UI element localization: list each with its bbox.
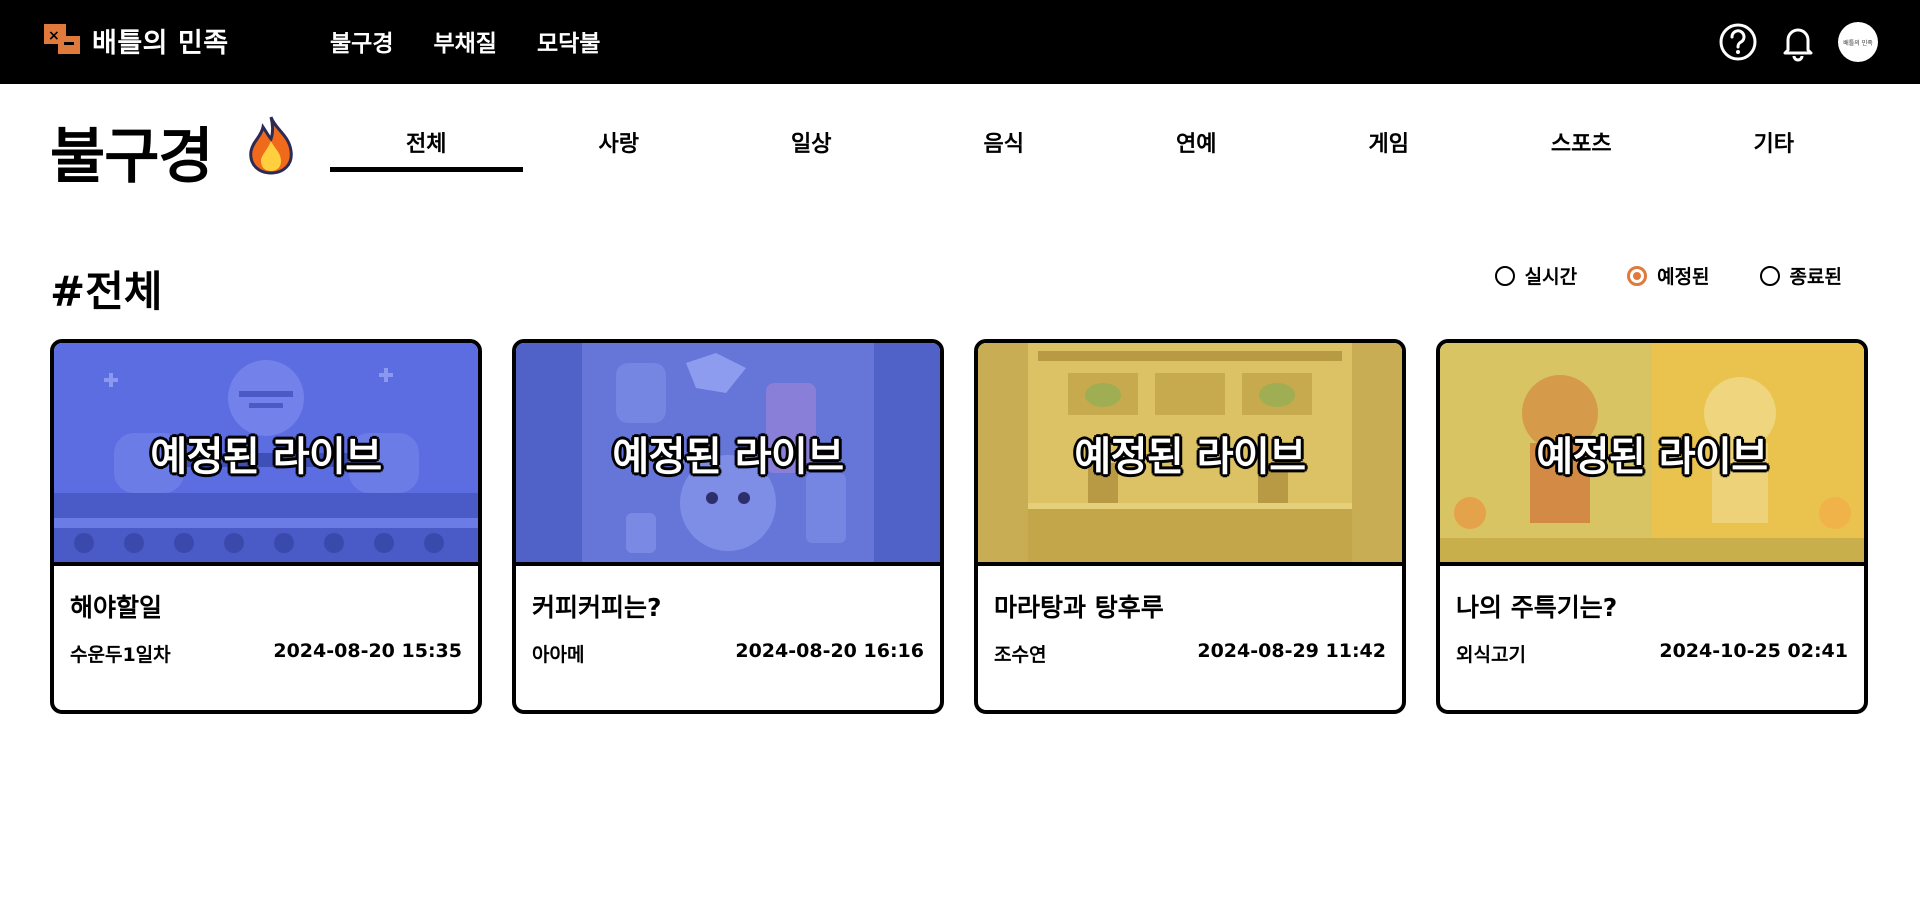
svg-text:×: ×: [48, 28, 60, 44]
top-nav: 불구경 부채질 모닥불: [330, 24, 640, 58]
card-title: 마라탕과 탕후루: [994, 593, 1164, 622]
card-title: 커피커피는?: [532, 593, 662, 622]
tab-etc[interactable]: 기타: [1678, 126, 1871, 172]
filter-ended[interactable]: 종료된: [1759, 262, 1842, 289]
logo-icon: ×: [44, 24, 80, 54]
live-card[interactable]: 예정된 라이브 커피커피는? 아아메 2024-08-20 16:16: [512, 339, 944, 714]
card-datetime: 2024-08-29 11:42: [1197, 640, 1386, 662]
tab-love[interactable]: 사랑: [523, 126, 716, 172]
tab-all[interactable]: 전체: [330, 126, 523, 172]
filter-ended-label: 종료된: [1789, 266, 1842, 288]
nav-item-buchaejil[interactable]: 부채질: [433, 24, 496, 58]
live-card[interactable]: 예정된 라이브 나의 주특기는? 외식고기 2024-10-25 02:41: [1436, 339, 1868, 714]
notification-button[interactable]: [1776, 20, 1820, 64]
scheduled-live-label: 예정된 라이브: [150, 433, 382, 480]
card-thumbnail: 예정된 라이브: [516, 343, 940, 566]
logo-text: 배틀의 민족: [92, 27, 229, 59]
nav-item-bulgugyeong[interactable]: 불구경: [330, 24, 393, 58]
card-datetime: 2024-08-20 16:16: [735, 640, 924, 662]
filter-scheduled[interactable]: 예정된: [1627, 262, 1710, 289]
avatar-text: 배틀의 민족: [1843, 39, 1873, 47]
filter-live-label: 실시간: [1524, 266, 1578, 288]
nav-item-modakbul[interactable]: 모닥불: [537, 24, 600, 58]
card-author: 조수연: [994, 644, 1047, 666]
tab-food[interactable]: 음식: [908, 126, 1101, 172]
filter-scheduled-label: 예정된: [1657, 266, 1710, 288]
radio-scheduled[interactable]: [1627, 265, 1648, 286]
top-actions: 배틀의 민족: [1700, 20, 1878, 64]
card-thumbnail: 예정된 라이브: [978, 343, 1402, 566]
card-thumbnail: 예정된 라이브: [1440, 343, 1864, 566]
card-author: 외식고기: [1456, 644, 1526, 666]
bell-icon: [1783, 28, 1813, 62]
category-tabs: 전체 사랑 일상 음식 연예 게임 스포츠 기타: [330, 126, 1870, 172]
tab-sports[interactable]: 스포츠: [1485, 126, 1678, 172]
card-author: 아아메: [532, 644, 585, 666]
live-card[interactable]: 예정된 라이브 마라탕과 탕후루 조수연 2024-08-29 11:42: [974, 339, 1406, 714]
avatar[interactable]: 배틀의 민족: [1838, 22, 1878, 62]
card-author: 수운두1일차: [70, 644, 171, 666]
section-title: #전체: [50, 267, 163, 316]
tab-entertainment[interactable]: 연예: [1100, 126, 1293, 172]
card-datetime: 2024-10-25 02:41: [1659, 640, 1848, 662]
live-card-list: 예정된 라이브 해야할일 수운두1일차 2024-08-20 15:35 예정된…: [50, 339, 1868, 714]
live-card[interactable]: 예정된 라이브 해야할일 수운두1일차 2024-08-20 15:35: [50, 339, 482, 714]
radio-live[interactable]: [1494, 265, 1515, 286]
tab-game[interactable]: 게임: [1293, 126, 1486, 172]
help-icon: [1719, 23, 1757, 61]
card-thumbnail: 예정된 라이브: [54, 343, 478, 566]
scheduled-live-label: 예정된 라이브: [1536, 433, 1768, 480]
tab-daily[interactable]: 일상: [715, 126, 908, 172]
radio-ended[interactable]: [1759, 265, 1780, 286]
page-title: 불구경: [50, 122, 214, 192]
card-title: 해야할일: [70, 593, 163, 622]
help-button[interactable]: [1716, 20, 1760, 64]
card-title: 나의 주특기는?: [1456, 593, 1618, 622]
scheduled-live-label: 예정된 라이브: [612, 433, 844, 480]
filter-live[interactable]: 실시간: [1494, 262, 1578, 289]
top-navbar: × 배틀의 민족 불구경 부채질 모닥불 배틀의 민족: [0, 0, 1920, 84]
card-datetime: 2024-08-20 15:35: [273, 640, 462, 662]
status-filter: 실시간 예정된 종료된: [1445, 262, 1842, 289]
fire-icon: [249, 116, 293, 175]
scheduled-live-label: 예정된 라이브: [1074, 433, 1306, 480]
logo[interactable]: × 배틀의 민족: [42, 20, 229, 60]
